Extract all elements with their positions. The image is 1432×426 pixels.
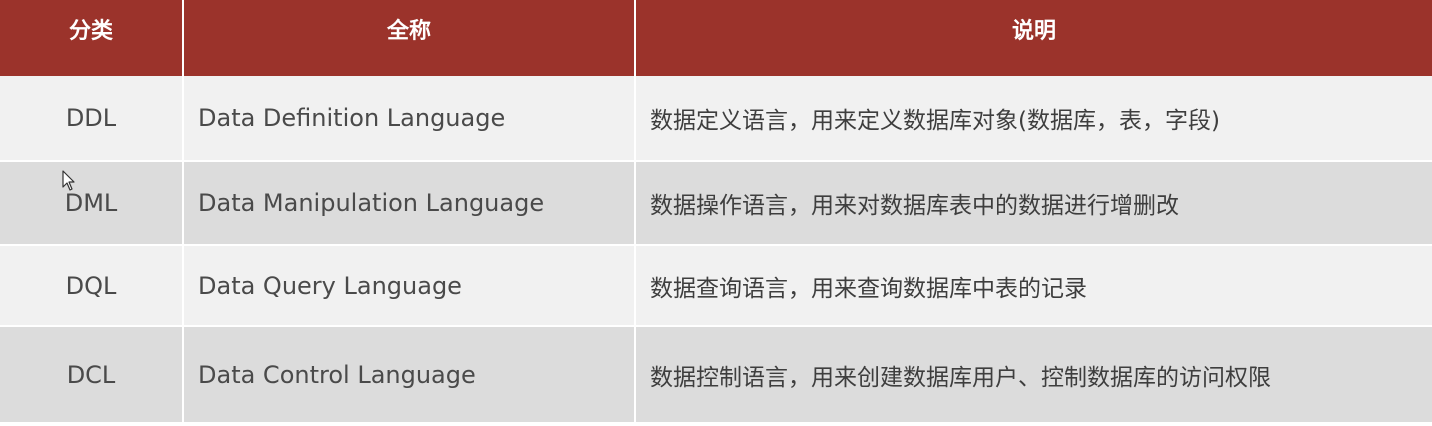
row-description: 数据定义语言，用来定义数据库对象(数据库，表，字段) (650, 108, 1220, 134)
table-row: DQL Data Query Language 数据查询语言，用来查询数据库中表… (0, 246, 1432, 325)
row-description: 数据操作语言，用来对数据库表中的数据进行增删改 (650, 193, 1179, 219)
row-category: DCL (66, 360, 116, 389)
row-full-name: Data Manipulation Language (198, 189, 545, 217)
row-description: 数据控制语言，用来创建数据库用户、控制数据库的访问权限 (650, 364, 1271, 391)
row-category: DQL (65, 271, 117, 300)
header-description: 说明 (1011, 19, 1056, 44)
table-row: DDL Data Definition Language 数据定义语言，用来定义… (0, 76, 1432, 160)
header-full-name: 全称 (386, 19, 431, 44)
row-category: DML (64, 189, 118, 217)
row-description: 数据查询语言，用来查询数据库中表的记录 (650, 275, 1087, 302)
column-divider (182, 76, 184, 422)
mouse-pointer-icon (62, 170, 75, 191)
column-divider (634, 76, 636, 422)
header-category: 分类 (68, 19, 113, 44)
row-full-name: Data Query Language (198, 271, 462, 300)
row-category: DDL (65, 104, 117, 132)
table-row: DML Data Manipulation Language 数据操作语言，用来… (0, 162, 1432, 244)
sql-category-table: 分类 全称 说明 DDL Data Definition Language 数据… (0, 0, 1432, 422)
row-full-name: Data Control Language (198, 360, 476, 389)
table-header: 分类 全称 说明 (0, 0, 1432, 76)
row-full-name: Data Definition Language (198, 104, 506, 132)
table-row: DCL Data Control Language 数据控制语言，用来创建数据库… (0, 327, 1432, 422)
